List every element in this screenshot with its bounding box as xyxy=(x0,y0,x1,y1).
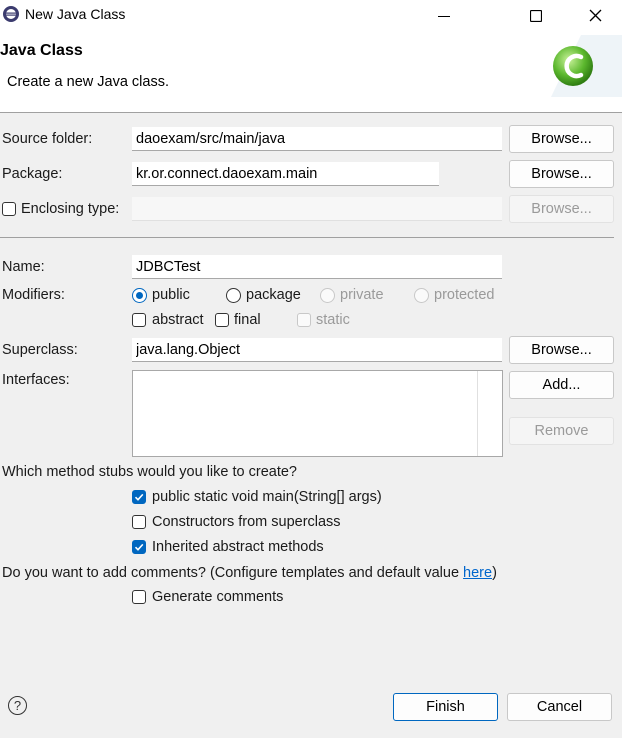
interfaces-add-button[interactable]: Add... xyxy=(509,371,614,399)
comments-question-close: ) xyxy=(492,565,497,581)
abstract-checkbox[interactable] xyxy=(132,313,146,327)
inherited-methods-label: Inherited abstract methods xyxy=(152,539,324,555)
inherited-methods-checkbox[interactable] xyxy=(132,540,146,554)
modifiers-label: Modifiers: xyxy=(2,287,65,303)
main-method-checkbox[interactable] xyxy=(132,490,146,504)
comments-question-text: Do you want to add comments? (Configure … xyxy=(2,565,464,581)
minimize-button[interactable] xyxy=(421,0,467,31)
enclosing-type-checkbox[interactable] xyxy=(2,202,16,216)
main-method-label: public static void main(String[] args) xyxy=(152,489,382,505)
public-label: public xyxy=(152,287,190,303)
close-button[interactable] xyxy=(572,0,618,31)
close-icon xyxy=(589,9,601,22)
maximize-button[interactable] xyxy=(513,0,559,31)
public-radio[interactable] xyxy=(132,288,147,303)
abstract-label: abstract xyxy=(152,312,204,328)
package-modifier-label: package xyxy=(246,287,301,303)
superclass-input[interactable] xyxy=(132,338,502,362)
protected-label: protected xyxy=(434,287,495,303)
minimize-icon xyxy=(438,15,450,17)
private-label: private xyxy=(340,287,384,303)
constructors-label: Constructors from superclass xyxy=(152,514,341,530)
wizard-message: Create a new Java class. xyxy=(7,74,169,90)
enclosing-type-input xyxy=(132,197,502,221)
name-input[interactable] xyxy=(132,255,502,279)
eclipse-app-icon xyxy=(2,5,20,23)
name-label: Name: xyxy=(2,259,45,275)
source-folder-label: Source folder: xyxy=(2,131,93,147)
package-label: Package: xyxy=(2,166,63,182)
list-scroll-divider xyxy=(477,371,478,456)
enclosing-type-browse-button: Browse... xyxy=(509,195,614,223)
checkmark-icon xyxy=(134,493,144,501)
superclass-label: Superclass: xyxy=(2,342,78,358)
finish-button[interactable]: Finish xyxy=(393,693,498,721)
protected-radio xyxy=(414,288,429,303)
cancel-button[interactable]: Cancel xyxy=(507,693,612,721)
private-radio xyxy=(320,288,335,303)
source-folder-browse-button[interactable]: Browse... xyxy=(509,125,614,153)
wizard-header xyxy=(0,31,622,113)
generate-comments-label: Generate comments xyxy=(152,589,284,605)
java-class-logo-icon xyxy=(551,35,622,97)
generate-comments-checkbox[interactable] xyxy=(132,590,146,604)
package-input[interactable] xyxy=(132,162,439,186)
source-folder-input[interactable] xyxy=(132,127,502,151)
help-icon[interactable]: ? xyxy=(8,696,27,715)
comments-question: Do you want to add comments? (Configure … xyxy=(2,565,497,581)
header-separator xyxy=(0,112,622,113)
constructors-checkbox[interactable] xyxy=(132,515,146,529)
static-label: static xyxy=(316,312,350,328)
checkmark-icon xyxy=(134,543,144,551)
configure-templates-link[interactable]: here xyxy=(463,565,492,581)
enclosing-type-label: Enclosing type: xyxy=(21,201,120,217)
interfaces-remove-button: Remove xyxy=(509,417,614,445)
interfaces-label: Interfaces: xyxy=(2,372,70,388)
superclass-browse-button[interactable]: Browse... xyxy=(509,336,614,364)
section-separator xyxy=(0,237,614,238)
stubs-question: Which method stubs would you like to cre… xyxy=(2,464,297,480)
window-title: New Java Class xyxy=(25,6,126,22)
package-radio[interactable] xyxy=(226,288,241,303)
wizard-title: Java Class xyxy=(0,42,83,59)
static-checkbox xyxy=(297,313,311,327)
interfaces-list[interactable] xyxy=(132,370,503,457)
maximize-icon xyxy=(530,9,542,22)
final-checkbox[interactable] xyxy=(215,313,229,327)
package-browse-button[interactable]: Browse... xyxy=(509,160,614,188)
final-label: final xyxy=(234,312,261,328)
